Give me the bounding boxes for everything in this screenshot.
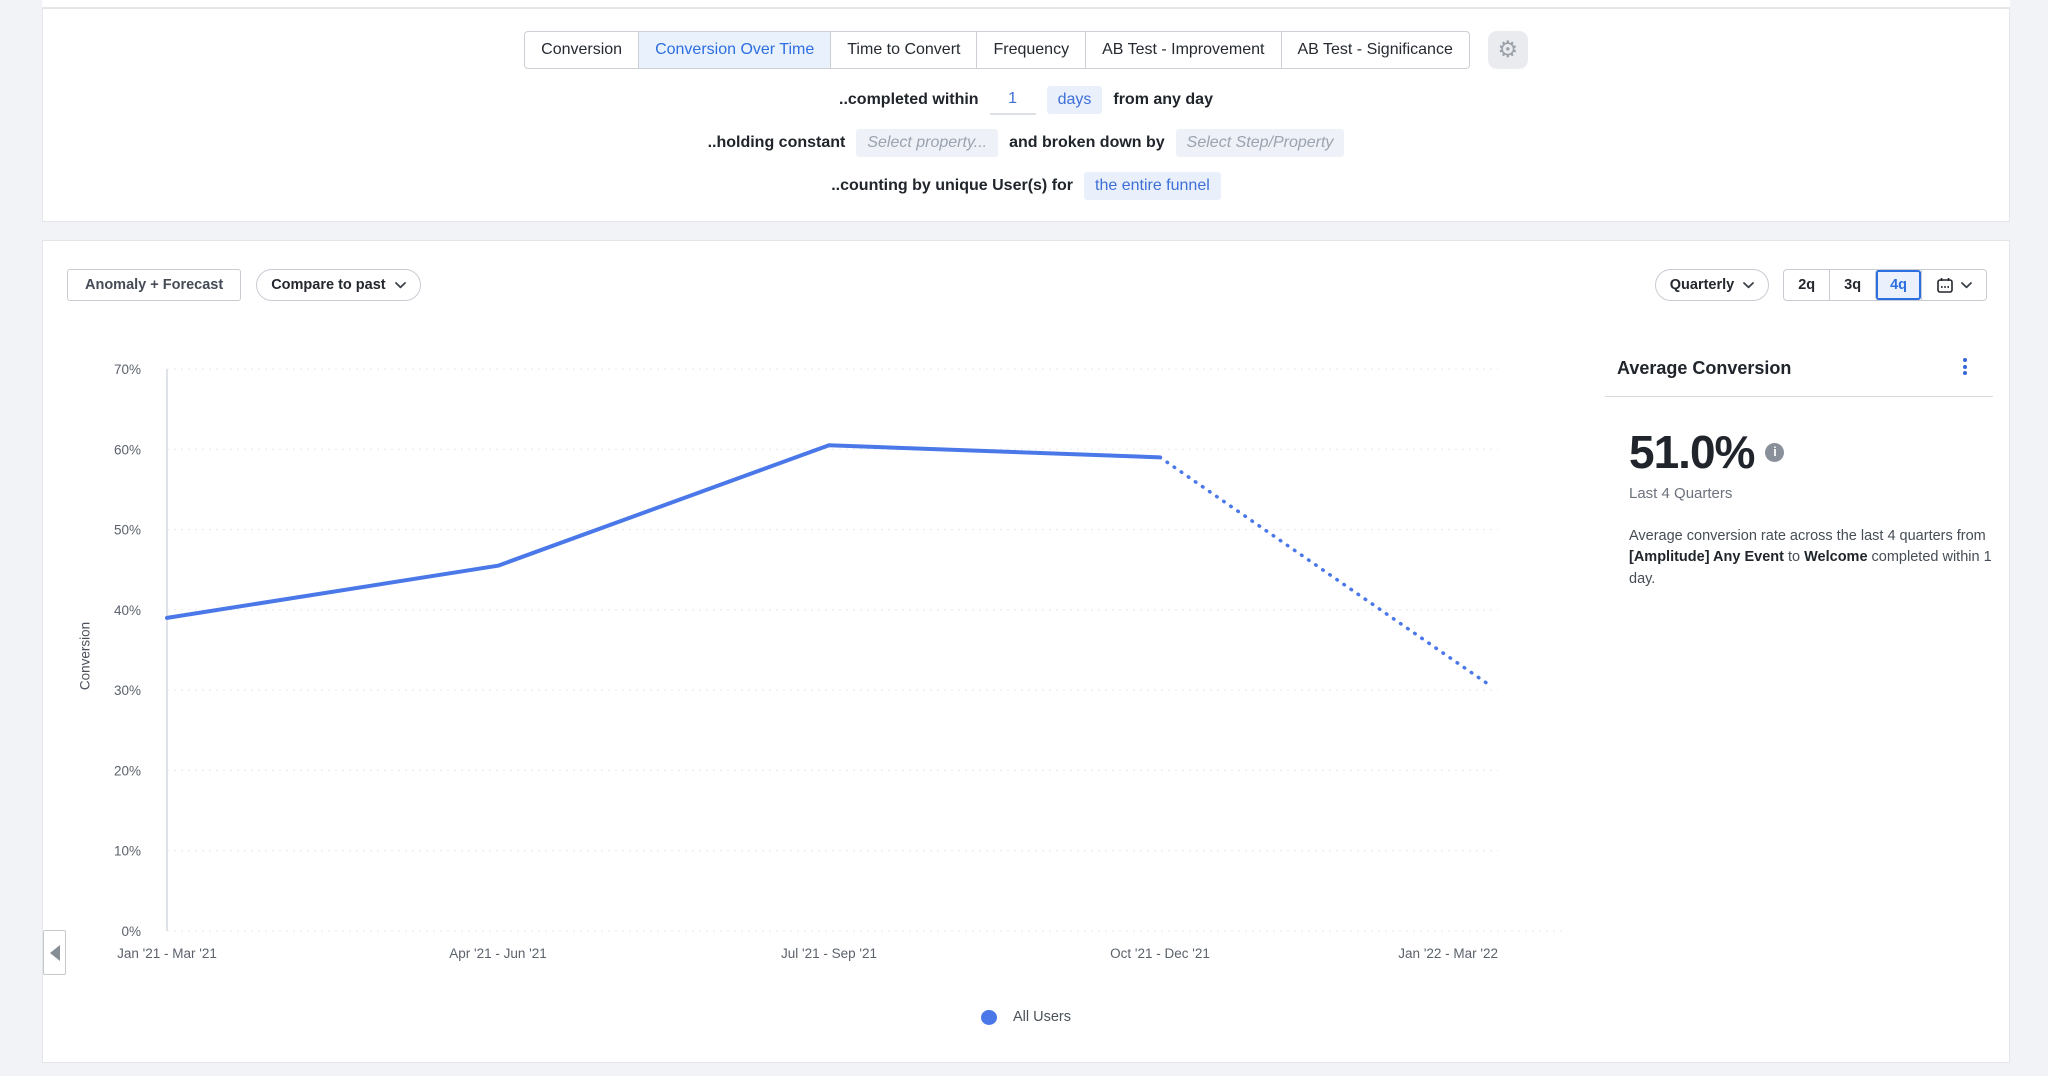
tab-conversion[interactable]: Conversion [524,31,639,69]
broken-down-select[interactable]: Select Step/Property [1176,129,1345,157]
completed-within-label: ..completed within [839,91,979,109]
tab-conversion-over-time[interactable]: Conversion Over Time [639,31,831,69]
more-options-icon[interactable] [1963,358,1967,375]
conversion-line [167,445,1160,618]
triangle-left-icon [50,945,60,961]
tab-time-to-convert[interactable]: Time to Convert [831,31,977,69]
funnel-settings-card: ConversionConversion Over TimeTime to Co… [42,8,2010,222]
summary-value-row: 51.0% i [1629,427,1993,478]
forecast-line [1160,457,1491,686]
conversion-over-time-card: Anomaly + Forecast Compare to past Quart… [42,240,2010,1063]
chart-settings-button[interactable]: ⚙ [1488,31,1528,69]
holding-constant-label: ..holding constant [708,134,846,152]
summary-period: Last 4 Quarters [1629,485,1993,502]
chart-type-tab-row: ConversionConversion Over TimeTime to Co… [524,31,1528,69]
counting-by-row: ..counting by unique User(s) for the ent… [831,172,1221,200]
y-tick-label: 20% [114,763,141,778]
amplitude-funnel-analysis-page: { "header": { "tabs": [ {"label": "Conve… [0,0,2048,1076]
y-tick-label: 40% [114,603,141,618]
legend-label[interactable]: All Users [1013,1009,1071,1025]
y-tick-label: 70% [114,362,141,377]
counting-by-label: ..counting by unique User(s) for [831,177,1073,195]
completed-within-suffix: from any day [1113,91,1213,109]
y-tick-label: 50% [114,523,141,538]
y-tick-label: 60% [114,442,141,457]
chart-type-tabs: ConversionConversion Over TimeTime to Co… [524,31,1470,69]
x-axis-label: Jan '21 - Mar '21 [117,946,217,961]
summary-description: Average conversion rate across the last … [1629,526,1993,591]
completed-within-unit-chip[interactable]: days [1047,86,1103,114]
panel-title: Average Conversion [1617,358,1791,378]
average-conversion-value: 51.0% [1629,427,1754,478]
tab-ab-test-significance[interactable]: AB Test - Significance [1282,31,1470,69]
tab-ab-test-improvement[interactable]: AB Test - Improvement [1086,31,1281,69]
collapse-panel-button[interactable] [43,930,66,975]
holding-constant-row: ..holding constant Select property... an… [708,129,1345,157]
legend-dot-icon[interactable] [981,1010,997,1025]
holding-constant-select[interactable]: Select property... [856,129,998,157]
broken-down-label: and broken down by [1009,134,1165,152]
gear-icon: ⚙ [1498,39,1519,62]
y-tick-label: 30% [114,683,141,698]
tab-frequency[interactable]: Frequency [977,31,1086,69]
y-tick-label: 10% [114,844,141,859]
completed-within-row: ..completed within days from any day [839,86,1213,114]
y-tick-label: 0% [121,924,141,939]
completed-within-input[interactable] [990,85,1036,115]
x-axis-label: Jul '21 - Sep '21 [781,946,877,961]
x-axis-label: Oct '21 - Dec '21 [1110,946,1210,961]
y-axis-title: Conversion [78,622,93,690]
x-axis-label: Apr '21 - Jun '21 [449,946,546,961]
info-icon[interactable]: i [1765,443,1784,462]
panel-header: Average Conversion [1605,349,1993,379]
counting-scope-chip[interactable]: the entire funnel [1084,172,1221,200]
top-divider-strip [42,0,2010,8]
x-axis-label: Jan '22 - Mar '22 [1398,946,1498,961]
chart-legend: All Users [43,1009,2009,1025]
average-conversion-panel: Average Conversion 51.0% i Last 4 Quarte… [1605,349,1993,590]
panel-divider [1605,396,1993,397]
